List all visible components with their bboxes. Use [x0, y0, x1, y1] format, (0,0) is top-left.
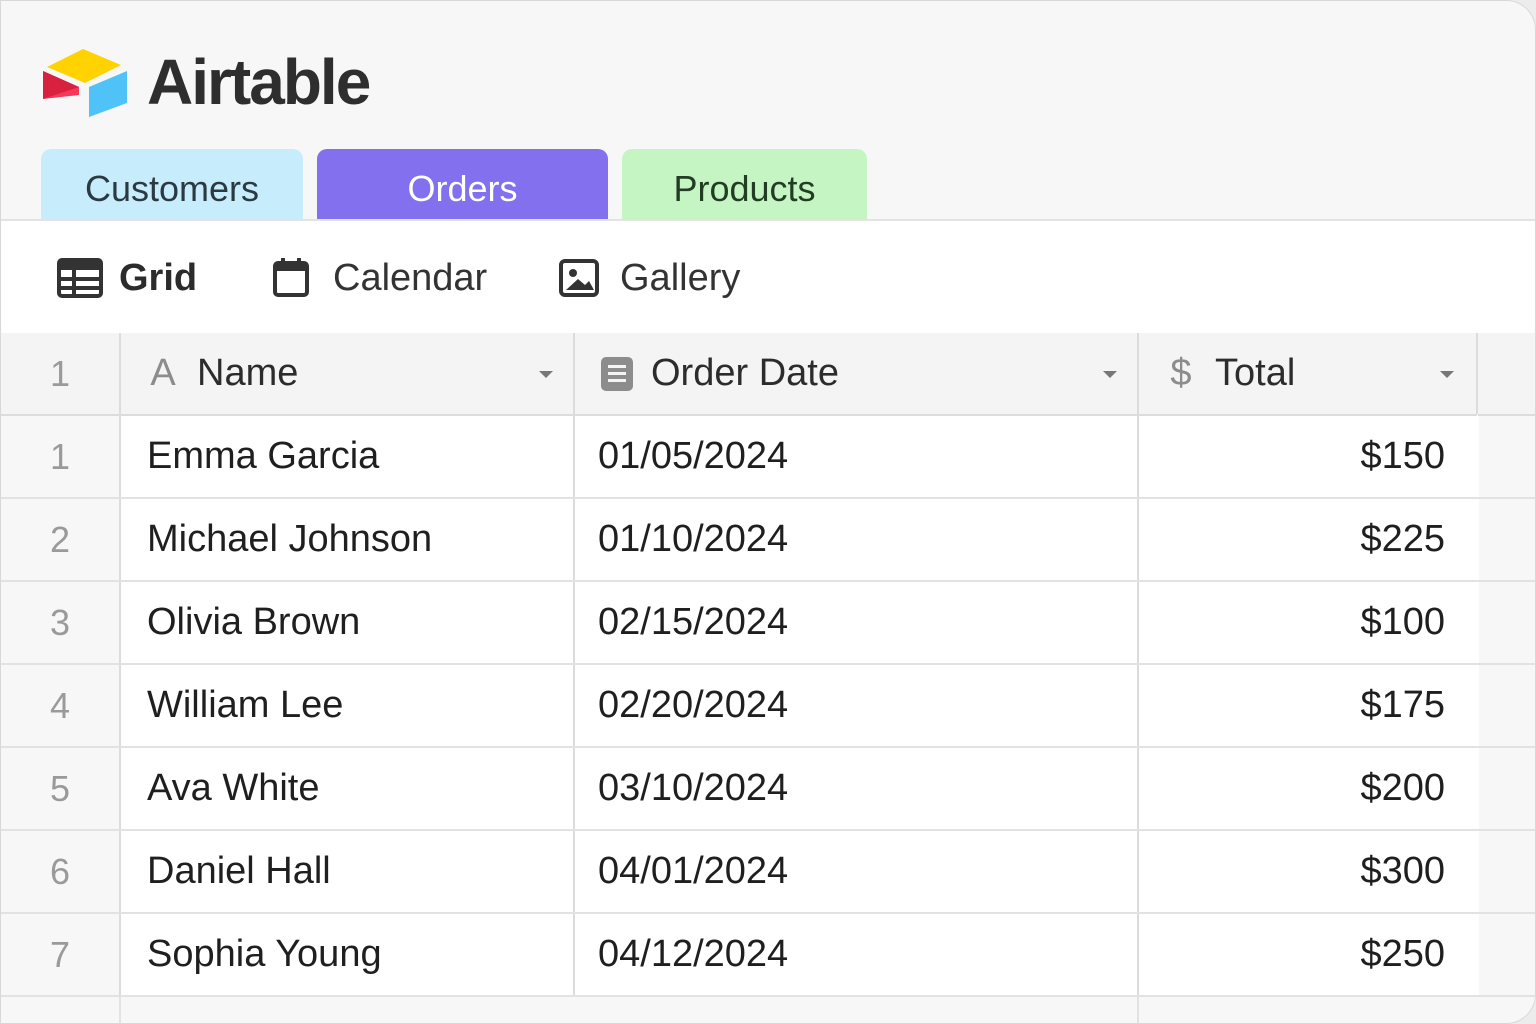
row-number: 3 [49, 602, 71, 643]
table-row[interactable]: 1 Emma Garcia 01/05/2024 $150 [1, 416, 1535, 499]
tab-customers[interactable]: Customers [41, 149, 303, 220]
row-number: 6 [49, 851, 71, 892]
column-header-order-date-label: Order Date [651, 352, 839, 394]
column-header-order-date[interactable]: Order Date [573, 333, 1139, 414]
cell-order-date[interactable]: 01/05/2024 [598, 416, 1118, 497]
column-header-total-label: Total [1215, 352, 1296, 394]
grid-footer [1, 997, 1535, 1023]
app-brand: Airtable [147, 46, 371, 118]
header-empty-area [1478, 333, 1535, 416]
table-row[interactable]: 6 Daniel Hall 04/01/2024 $300 [1, 831, 1535, 914]
row-number: 5 [49, 768, 71, 809]
row-number: 4 [49, 685, 71, 726]
app-header: Airtable Customers Orders Products [1, 1, 1535, 220]
view-grid-label: Grid [119, 256, 198, 299]
table-row[interactable]: 5 Ava White 03/10/2024 $200 [1, 748, 1535, 831]
tab-orders[interactable]: Orders [317, 149, 608, 220]
tab-products[interactable]: Products [622, 149, 867, 220]
table-row[interactable]: 2 Michael Johnson 01/10/2024 $225 [1, 499, 1535, 582]
date-field-icon [601, 356, 633, 391]
view-calendar-label: Calendar [333, 256, 488, 299]
airtable-logo-icon [43, 49, 127, 117]
cell-order-date[interactable]: 01/10/2024 [598, 499, 1118, 580]
column-header-name-label: Name [197, 352, 299, 394]
cell-total[interactable]: $175 [1141, 665, 1445, 746]
cell-order-date[interactable]: 04/01/2024 [598, 831, 1118, 912]
cell-total[interactable]: $100 [1141, 582, 1445, 663]
cell-name[interactable]: William Lee [147, 665, 567, 746]
gallery-icon [559, 259, 599, 297]
cell-order-date[interactable]: 03/10/2024 [598, 748, 1118, 829]
view-calendar[interactable]: Calendar [271, 253, 487, 303]
table-row[interactable]: 3 Olivia Brown 02/15/2024 $100 [1, 582, 1535, 665]
view-gallery-label: Gallery [620, 256, 741, 299]
column-header-total[interactable]: $ Total [1137, 333, 1478, 414]
cell-order-date[interactable]: 04/12/2024 [598, 914, 1118, 995]
table-row[interactable]: 7 Sophia Young 04/12/2024 $250 [1, 914, 1535, 997]
cell-total[interactable]: $300 [1141, 831, 1445, 912]
cell-total[interactable]: $150 [1141, 416, 1445, 497]
cell-name[interactable]: Sophia Young [147, 914, 567, 995]
cell-name[interactable]: Ava White [147, 748, 567, 829]
cell-order-date[interactable]: 02/15/2024 [598, 582, 1118, 663]
chevron-down-icon[interactable] [537, 368, 555, 380]
cell-total[interactable]: $200 [1141, 748, 1445, 829]
cell-name[interactable]: Olivia Brown [147, 582, 567, 663]
text-field-icon: A [150, 352, 176, 394]
table-row[interactable]: 4 William Lee 02/20/2024 $175 [1, 665, 1535, 748]
chevron-down-icon[interactable] [1438, 368, 1456, 380]
grid-header-row: 1 A Name Order Date $ Total [1, 333, 1478, 416]
view-grid[interactable]: Grid [57, 253, 197, 303]
chevron-down-icon[interactable] [1101, 368, 1119, 380]
row-number: 7 [49, 934, 71, 975]
records-grid: 1 A Name Order Date $ Total 1 Emma Garci… [1, 333, 1535, 1023]
cell-name[interactable]: Daniel Hall [147, 831, 567, 912]
cell-total[interactable]: $250 [1141, 914, 1445, 995]
header-row-number: 1 [49, 353, 71, 394]
app-window: Airtable Customers Orders Products Grid … [0, 0, 1536, 1024]
row-number: 2 [49, 519, 71, 560]
calendar-icon [273, 258, 309, 297]
cell-total[interactable]: $225 [1141, 499, 1445, 580]
column-header-name[interactable]: A Name [119, 333, 575, 414]
cell-order-date[interactable]: 02/20/2024 [598, 665, 1118, 746]
view-bar: Grid Calendar Gallery [1, 219, 1535, 335]
view-gallery[interactable]: Gallery [558, 253, 740, 303]
cell-name[interactable]: Emma Garcia [147, 416, 567, 497]
currency-field-icon: $ [1170, 352, 1192, 394]
grid-icon [57, 258, 103, 298]
row-number: 1 [49, 436, 71, 477]
cell-name[interactable]: Michael Johnson [147, 499, 567, 580]
